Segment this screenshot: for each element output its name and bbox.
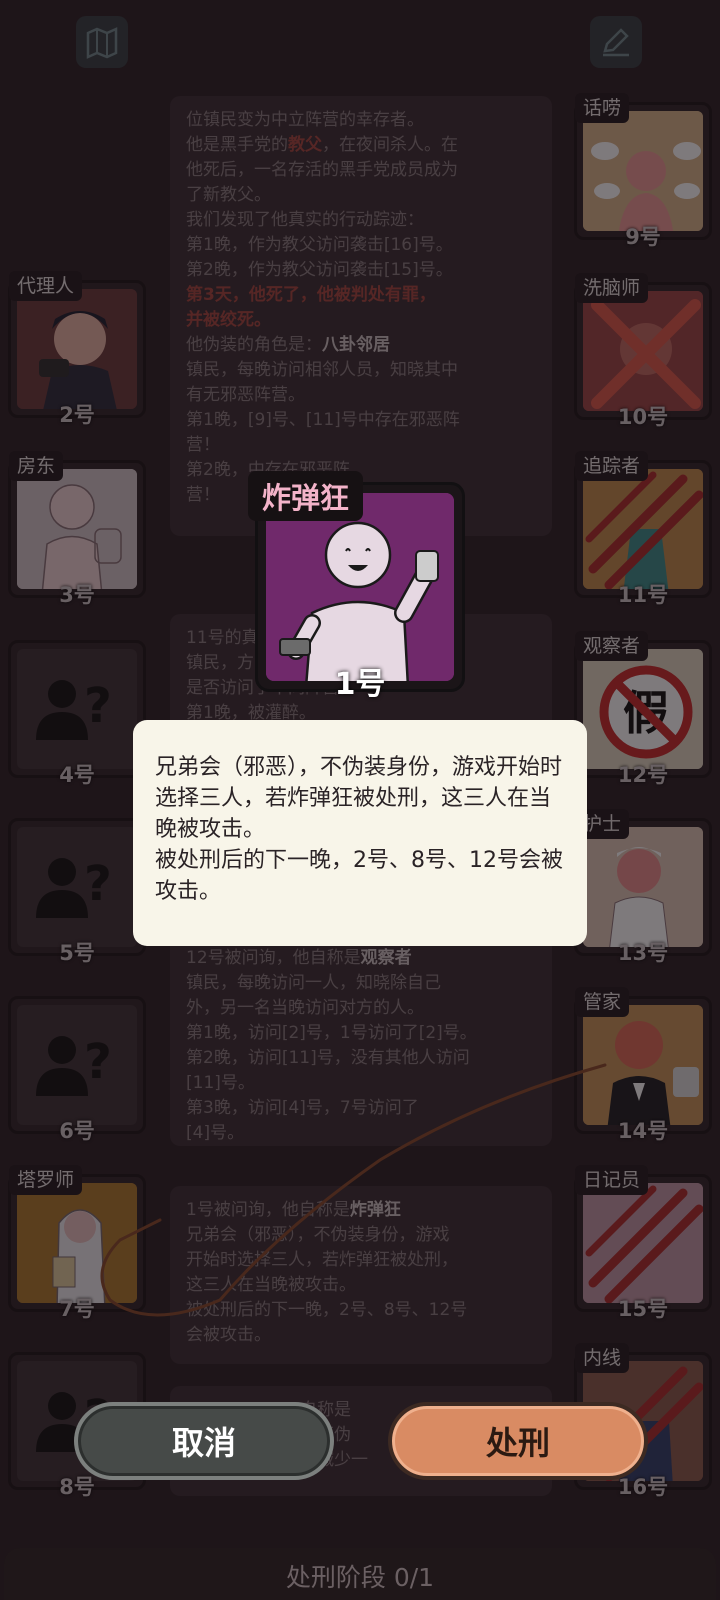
bomber-portrait bbox=[266, 493, 454, 681]
role-description: 兄弟会（邪恶），不伪装身份，游戏开始时选择三人，若炸弹狂被处刑，这三人在当晚被攻… bbox=[155, 755, 563, 842]
bomber-card: 炸弹狂 1号 bbox=[248, 471, 465, 702]
phase-indicator: 处刑阶段 0/1 bbox=[4, 1548, 716, 1600]
execute-button[interactable]: 处刑 bbox=[388, 1402, 648, 1480]
role-title: 炸弹狂 bbox=[248, 471, 364, 521]
seat-number: 1号 bbox=[334, 667, 386, 702]
execution-effect: 被处刑后的下一晚，2号、8号、12号会被攻击。 bbox=[155, 848, 563, 904]
role-description-popup: 兄弟会（邪恶），不伪装身份，游戏开始时选择三人，若炸弹狂被处刑，这三人在当晚被攻… bbox=[133, 720, 587, 946]
cancel-button[interactable]: 取消 bbox=[74, 1402, 334, 1480]
